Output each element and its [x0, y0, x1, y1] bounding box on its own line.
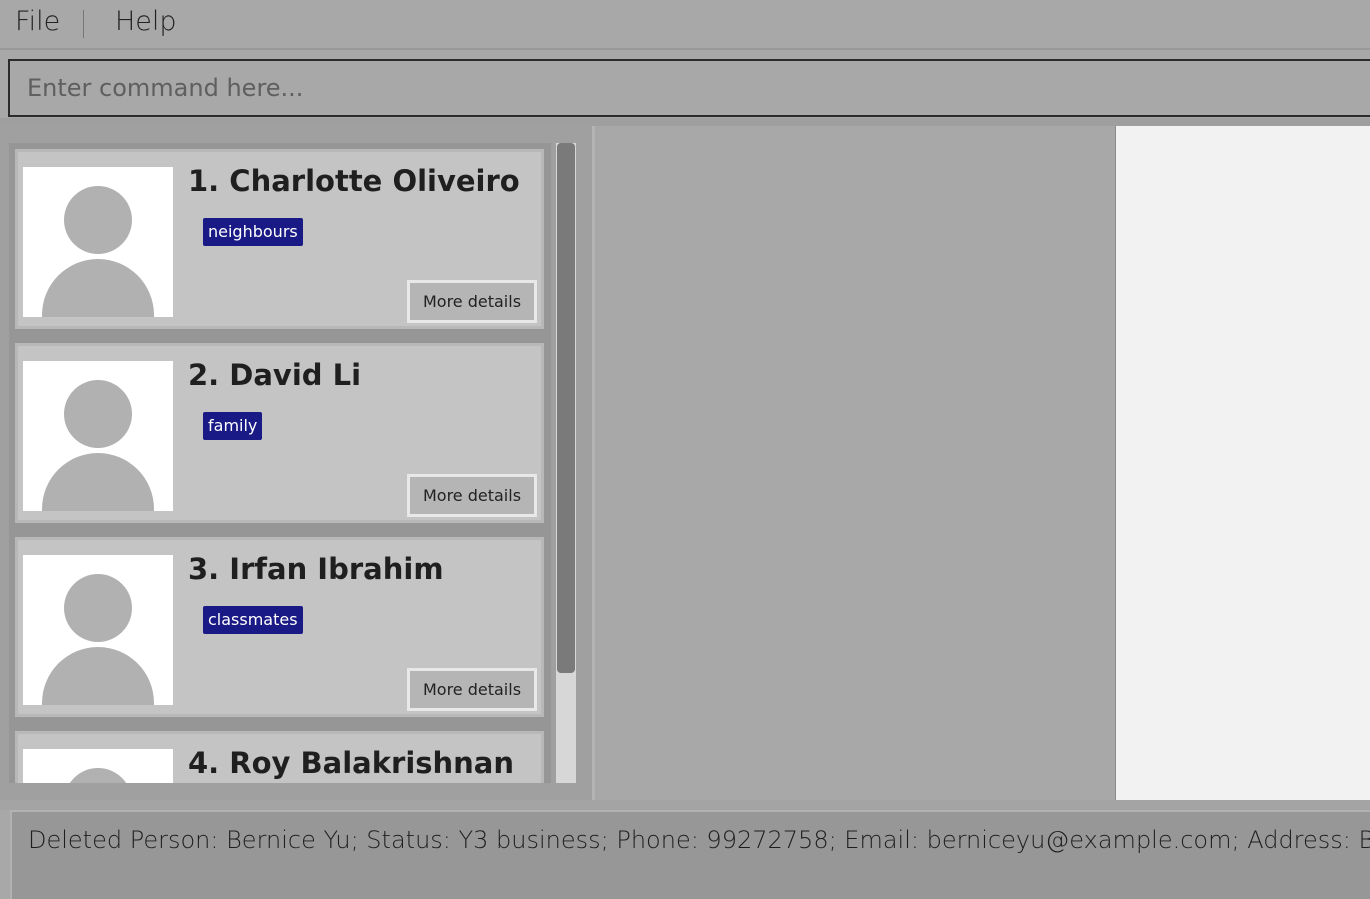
- more-details-button[interactable]: More details: [407, 668, 537, 711]
- divider: [0, 118, 1370, 126]
- more-details-button[interactable]: More details: [407, 474, 537, 517]
- person-name: 4. Roy Balakrishnan: [188, 746, 515, 780]
- result-text: Deleted Person: Bernice Yu; Status: Y3 b…: [28, 826, 1370, 854]
- menu-separator: [83, 10, 84, 38]
- person-card[interactable]: 3. Irfan Ibrahim classmates More details: [15, 537, 544, 717]
- person-card[interactable]: 4. Roy Balakrishnan: [15, 731, 544, 783]
- person-name: 1. Charlotte Oliveiro: [188, 164, 520, 198]
- menu-help[interactable]: Help: [115, 6, 177, 37]
- menu-bar: File Help: [0, 0, 1370, 50]
- person-tag: neighbours: [203, 218, 303, 246]
- person-name: 3. Irfan Ibrahim: [188, 552, 444, 586]
- command-input[interactable]: [10, 61, 1370, 115]
- list-scrollbar[interactable]: [556, 143, 576, 783]
- person-card[interactable]: 2. David Li family More details: [15, 343, 544, 523]
- command-box: [8, 59, 1370, 117]
- person-list-panel: 1. Charlotte Oliveiro neighbours More de…: [0, 126, 592, 800]
- result-display: Deleted Person: Bernice Yu; Status: Y3 b…: [10, 810, 1370, 899]
- side-panel: [1115, 126, 1370, 800]
- menu-file[interactable]: File: [15, 6, 60, 37]
- avatar-icon: [23, 167, 173, 317]
- detail-panel: [595, 126, 1115, 800]
- person-name: 2. David Li: [188, 358, 362, 392]
- scrollbar-thumb[interactable]: [557, 143, 575, 673]
- avatar-icon: [23, 361, 173, 511]
- person-list[interactable]: 1. Charlotte Oliveiro neighbours More de…: [9, 143, 551, 783]
- person-tag: classmates: [203, 606, 303, 634]
- avatar-icon: [23, 749, 173, 783]
- divider: [0, 800, 1370, 810]
- more-details-button[interactable]: More details: [407, 280, 537, 323]
- avatar-icon: [23, 555, 173, 705]
- person-card[interactable]: 1. Charlotte Oliveiro neighbours More de…: [15, 149, 544, 329]
- person-tag: family: [203, 412, 263, 440]
